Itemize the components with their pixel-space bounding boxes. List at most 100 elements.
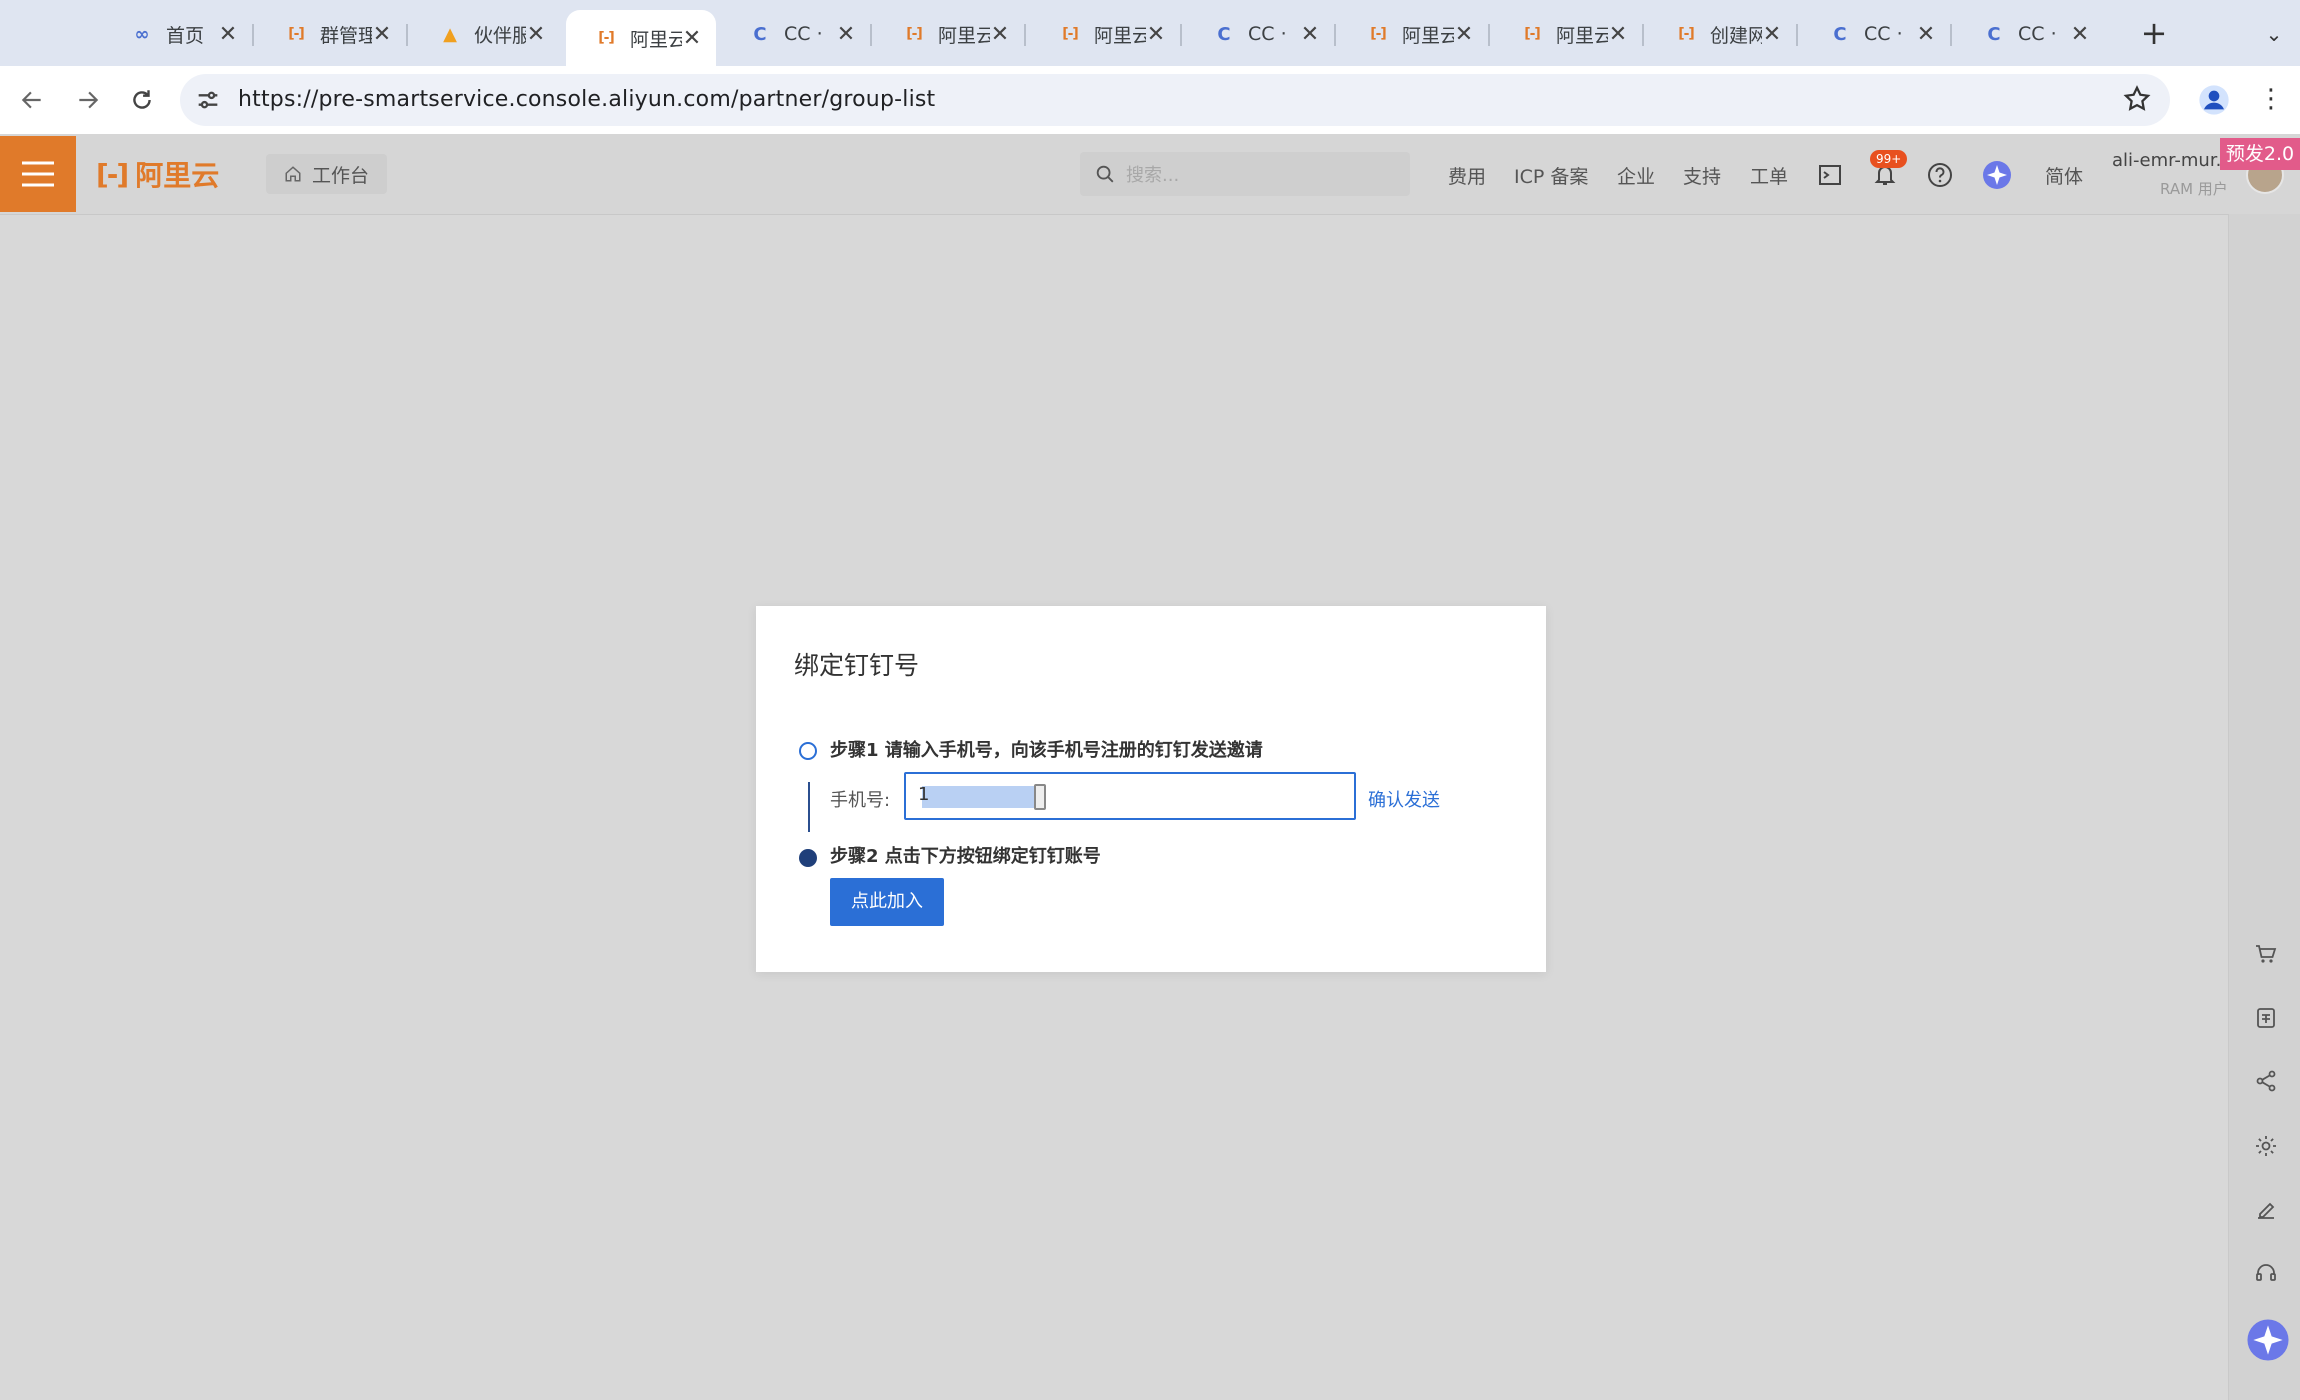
reload-icon: [133, 90, 151, 109]
notification-badge: 99+: [1870, 150, 1908, 168]
tab-separator: [1180, 24, 1182, 46]
browser-tab[interactable]: C CC · ✕: [1954, 10, 2104, 58]
close-tab-icon[interactable]: ✕: [990, 22, 1010, 47]
nav-ticket[interactable]: 工单: [1750, 162, 1788, 189]
step2-indicator: [799, 849, 817, 867]
search-icon: [1096, 165, 1114, 183]
aliyun-icon: [-]: [906, 26, 923, 42]
close-tab-icon[interactable]: ✕: [1608, 22, 1628, 47]
nav-enterprise[interactable]: 企业: [1617, 162, 1655, 189]
site-settings-icon[interactable]: [194, 86, 222, 114]
new-tab-button[interactable]: +: [2134, 14, 2174, 54]
browser-tab[interactable]: C CC · ✕: [1184, 10, 1334, 58]
browser-tab[interactable]: [-] 阿里云 ✕: [1030, 10, 1180, 58]
aliyun-icon: [-]: [598, 30, 615, 46]
browser-tab[interactable]: [-] 创建网 ✕: [1646, 10, 1796, 58]
close-tab-icon[interactable]: ✕: [526, 22, 546, 47]
cc-icon: C: [1217, 23, 1231, 45]
phone-label: 手机号:: [830, 790, 891, 811]
tab-title: 伙伴服: [474, 24, 526, 47]
workbench-button[interactable]: 工作台: [266, 154, 388, 194]
reload-button[interactable]: [124, 82, 160, 118]
gear-icon[interactable]: [2250, 1130, 2282, 1162]
url-text[interactable]: https://pre-smartservice.console.aliyun.…: [238, 87, 935, 112]
tab-title: 阿里云: [1094, 24, 1146, 47]
aliyun-bracket-icon: [-]: [96, 157, 129, 191]
home-icon: [285, 166, 301, 182]
tab-separator: [1950, 24, 1952, 46]
back-arrow-icon: [21, 91, 41, 109]
hamburger-icon: [22, 161, 54, 187]
cloud-shell-icon[interactable]: [1815, 160, 1845, 190]
close-tab-icon[interactable]: ✕: [1762, 22, 1782, 47]
nav-billing[interactable]: 费用: [1448, 162, 1486, 189]
language-switch[interactable]: 简体: [2045, 162, 2083, 189]
close-tab-icon[interactable]: ✕: [1454, 22, 1474, 47]
close-tab-icon[interactable]: ✕: [372, 22, 392, 47]
menu-hamburger-button[interactable]: [0, 136, 76, 212]
aliyun-icon: [-]: [1370, 26, 1387, 42]
browser-tab[interactable]: ∞ 首页 ✕: [102, 10, 252, 58]
help-icon[interactable]: [1925, 160, 1955, 190]
console-search-input[interactable]: 搜索...: [1080, 152, 1410, 196]
tab-separator: [406, 24, 408, 46]
tab-separator: [1642, 24, 1644, 46]
browser-tab[interactable]: C CC · ✕: [1800, 10, 1950, 58]
close-tab-icon[interactable]: ✕: [682, 26, 702, 51]
browser-tab[interactable]: [-] 阿里云 ✕: [566, 10, 716, 66]
user-menu[interactable]: ali-emr-mur... RAM 用户: [2112, 150, 2233, 198]
close-tab-icon[interactable]: ✕: [1916, 22, 1936, 47]
cc-icon: C: [1833, 23, 1847, 45]
join-button[interactable]: 点此加入: [830, 878, 944, 926]
search-placeholder: 搜索...: [1126, 165, 1180, 186]
forward-button[interactable]: [70, 82, 106, 118]
phone-value: 1: [918, 784, 930, 805]
browser-tab[interactable]: [-] 阿里云 ✕: [874, 10, 1024, 58]
headset-icon[interactable]: [2250, 1257, 2282, 1289]
aliyun-logo[interactable]: [-] 阿里云: [96, 156, 220, 193]
text-cursor-icon: [1034, 784, 1046, 810]
nav-icp[interactable]: ICP 备案: [1514, 162, 1588, 189]
console-header: [-] 阿里云 工作台 搜索... 费用 ICP 备案 企业 支持 工单 简体 …: [0, 134, 2300, 215]
profile-icon[interactable]: [2198, 84, 2230, 116]
edit-icon[interactable]: [2250, 1194, 2282, 1226]
browser-tab[interactable]: [-] 阿里云 ✕: [1492, 10, 1642, 58]
share-icon[interactable]: [2250, 1065, 2282, 1097]
flame-icon: ▲: [443, 23, 457, 45]
browser-tab[interactable]: ▲ 伙伴服 ✕: [410, 10, 560, 58]
close-tab-icon[interactable]: ✕: [218, 22, 238, 47]
close-tab-icon[interactable]: ✕: [2070, 22, 2090, 47]
tab-title: CC ·: [2018, 23, 2057, 45]
browser-tab[interactable]: [-] 阿里云 ✕: [1338, 10, 1488, 58]
step1-text: 步骤1 请输入手机号，向该手机号注册的钉钉发送邀请: [830, 740, 1263, 761]
tab-search-chevron-icon[interactable]: ⌄: [2256, 16, 2292, 52]
browser-toolbar: https://pre-smartservice.console.aliyun.…: [0, 66, 2300, 135]
confirm-send-link[interactable]: 确认发送: [1368, 786, 1440, 812]
phone-input[interactable]: 1: [904, 772, 1356, 820]
user-name: ali-emr-mur...: [2112, 150, 2233, 171]
bookmark-star-icon[interactable]: [2122, 84, 2152, 114]
tab-separator: [1488, 24, 1490, 46]
pre-release-badge: 预发2.0: [2220, 138, 2300, 170]
tab-title: 首页: [166, 24, 205, 47]
browser-tab[interactable]: C CC · ✕: [720, 10, 870, 58]
tab-title: CC ·: [1864, 23, 1903, 45]
logo-text: 阿里云: [135, 159, 220, 192]
tab-title: 群管理: [320, 24, 372, 47]
close-tab-icon[interactable]: ✕: [1300, 22, 1320, 47]
address-bar[interactable]: https://pre-smartservice.console.aliyun.…: [180, 74, 2170, 126]
ai-assistant-float-icon[interactable]: [2246, 1318, 2290, 1362]
tab-separator: [1024, 24, 1026, 46]
back-button[interactable]: [14, 82, 50, 118]
ai-assistant-icon[interactable]: [1982, 160, 2012, 190]
close-tab-icon[interactable]: ✕: [1146, 22, 1166, 47]
tab-title: 阿里云: [1402, 24, 1454, 47]
cart-icon[interactable]: [2250, 938, 2282, 970]
aliyun-icon: [-]: [1062, 26, 1079, 42]
browser-menu-icon[interactable]: ⋮: [2256, 82, 2286, 118]
dialog-title: 绑定钉钉号: [794, 651, 920, 680]
browser-tab[interactable]: [-] 群管理 ✕: [256, 10, 406, 58]
close-tab-icon[interactable]: ✕: [836, 22, 856, 47]
bill-icon[interactable]: [2250, 1002, 2282, 1034]
nav-support[interactable]: 支持: [1683, 162, 1721, 189]
